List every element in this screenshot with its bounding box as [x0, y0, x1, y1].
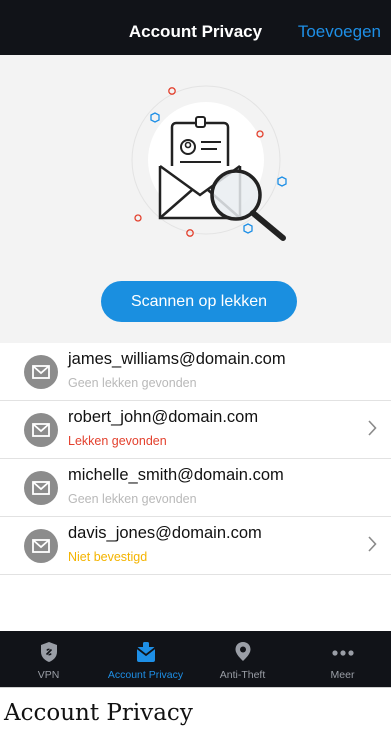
envelope-icon: [32, 365, 50, 379]
account-status: Geen lekken gevonden: [68, 376, 197, 390]
top-bar: Account Privacy Toevoegen: [0, 0, 391, 55]
tab-account-privacy[interactable]: Account Privacy: [97, 631, 194, 687]
tab-label: Meer: [330, 669, 355, 681]
chevron-right-icon: [368, 420, 377, 436]
tab-label: Account Privacy: [107, 669, 184, 681]
tab-label: Anti-Theft: [219, 669, 266, 681]
list-item[interactable]: michelle_smith@domain.com Geen lekken ge…: [0, 459, 391, 517]
location-pin-icon: [235, 642, 250, 661]
mail-avatar: [24, 471, 58, 505]
list-item[interactable]: robert_john@domain.com Lekken gevonden: [0, 401, 391, 459]
tab-more[interactable]: Meer: [294, 631, 391, 687]
account-list: james_williams@domain.com Geen lekken ge…: [0, 343, 391, 575]
bottom-tab-bar: VPN Account Privacy Anti-Theft Meer: [0, 631, 391, 687]
tab-label: VPN: [37, 669, 60, 681]
tab-anti-theft[interactable]: Anti-Theft: [194, 631, 291, 687]
app-screen: Account Privacy Toevoegen Scannen op lek…: [0, 0, 391, 688]
account-email: robert_john@domain.com: [68, 408, 259, 426]
account-email: james_williams@domain.com: [68, 350, 286, 368]
envelope-icon: [32, 481, 50, 495]
more-dots-icon: [331, 650, 354, 656]
chevron-right-icon: [368, 536, 377, 552]
mail-avatar: [24, 413, 58, 447]
add-account-button[interactable]: Toevoegen: [298, 0, 381, 55]
account-status: Geen lekken gevonden: [68, 492, 197, 506]
list-item[interactable]: davis_jones@domain.com Niet bevestigd: [0, 517, 391, 575]
envelope-icon: [32, 423, 50, 437]
hero-panel: Scannen op lekken: [0, 55, 391, 343]
scan-for-leaks-button[interactable]: Scannen op lekken: [101, 281, 297, 322]
account-status: Niet bevestigd: [68, 550, 148, 564]
mail-avatar: [24, 355, 58, 389]
account-status: Lekken gevonden: [68, 434, 167, 448]
vpn-shield-icon: [40, 642, 57, 662]
account-email: michelle_smith@domain.com: [68, 466, 284, 484]
screen-caption: Account Privacy: [4, 700, 193, 726]
envelope-icon: [32, 539, 50, 553]
list-item[interactable]: james_williams@domain.com Geen lekken ge…: [0, 343, 391, 401]
email-scan-illustration: [131, 85, 287, 241]
tab-vpn[interactable]: VPN: [0, 631, 97, 687]
mail-avatar: [24, 529, 58, 563]
account-email: davis_jones@domain.com: [68, 524, 262, 542]
account-privacy-icon: [135, 642, 156, 662]
